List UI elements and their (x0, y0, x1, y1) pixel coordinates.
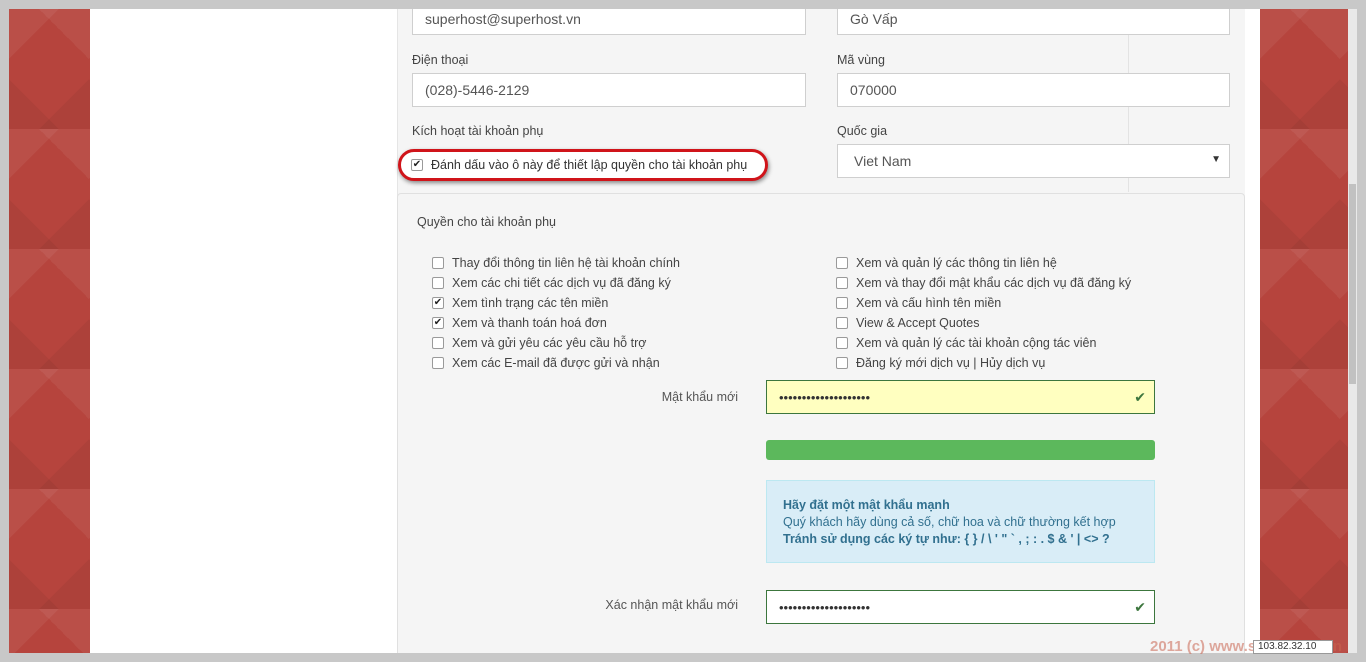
permission-label: Xem tình trạng các tên miền (452, 296, 609, 310)
permission-item[interactable]: Xem và quản lý các thông tin liên hệ (836, 256, 1057, 270)
scrollbar[interactable] (1348, 9, 1357, 653)
permission-checkbox[interactable] (432, 257, 444, 269)
permission-item[interactable]: Xem các E-mail đã được gửi và nhận (432, 356, 660, 370)
confirm-password-input[interactable]: •••••••••••••••••••• ✔ (766, 590, 1155, 624)
subaccount-toggle-highlight[interactable]: ✔ Đánh dấu vào ô này để thiết lập quyền … (398, 149, 768, 181)
scrollbar-thumb[interactable] (1349, 184, 1356, 384)
permission-label: Xem và thanh toán hoá đơn (452, 316, 607, 330)
hint-line-1: Quý khách hãy dùng cả số, chữ hoa và chữ… (783, 515, 1116, 529)
permission-label: Xem và quản lý các tài khoản cộng tác vi… (856, 336, 1097, 350)
permission-checkbox[interactable] (836, 277, 848, 289)
country-label: Quốc gia (837, 124, 888, 138)
permissions-panel: Quyền cho tài khoản phụ Mật khẩu mới •••… (397, 193, 1245, 653)
permission-checkbox[interactable] (836, 337, 848, 349)
permission-item[interactable]: Xem và thay đổi mật khẩu các dịch vụ đã … (836, 276, 1131, 290)
permission-label: Xem và cấu hình tên miền (856, 296, 1002, 310)
check-icon: ✔ (1134, 599, 1146, 615)
email-value: superhost@superhost.vn (425, 11, 581, 27)
subaccount-label: Kích hoạt tài khoản phụ (412, 124, 544, 138)
country-select[interactable]: Viet Nam ▼ (837, 144, 1230, 178)
confirm-password-value: •••••••••••••••••••• (779, 599, 871, 615)
permission-checkbox[interactable] (836, 317, 848, 329)
permissions-title: Quyền cho tài khoản phụ (417, 215, 556, 229)
city-field[interactable]: Gò Vấp (837, 9, 1230, 35)
ip-address-box: 103.82.32.10 (1253, 640, 1333, 654)
permission-item[interactable]: Xem và cấu hình tên miền (836, 296, 1001, 310)
country-value: Viet Nam (854, 153, 912, 169)
phone-value: (028)-5446-2129 (425, 82, 530, 98)
phone-field[interactable]: (028)-5446-2129 (412, 73, 806, 107)
subaccount-checkbox-label: Đánh dấu vào ô này để thiết lập quyền ch… (431, 158, 748, 172)
permission-checkbox[interactable]: ✔ (432, 297, 444, 309)
permission-item[interactable]: Đăng ký mới dịch vụ | Hủy dịch vụ (836, 356, 1045, 370)
phone-label: Điện thoại (412, 53, 469, 67)
permission-item[interactable]: ✔ Xem và thanh toán hoá đơn (432, 316, 607, 330)
permission-label: Xem các chi tiết các dịch vụ đã đăng ký (452, 276, 671, 290)
permission-label: Thay đổi thông tin liên hệ tài khoản chí… (452, 256, 680, 270)
confirm-password-label: Xác nhận mật khẩu mới (605, 598, 738, 612)
city-value: Gò Vấp (850, 11, 898, 27)
password-hint-box: Hãy đặt một mật khẩu mạnh Quý khách hãy … (766, 480, 1155, 563)
permission-checkbox[interactable] (432, 337, 444, 349)
permission-item[interactable]: Thay đổi thông tin liên hệ tài khoản chí… (432, 256, 680, 270)
permission-checkbox[interactable] (432, 277, 444, 289)
permission-label: Xem và thay đổi mật khẩu các dịch vụ đã … (856, 276, 1132, 290)
zip-label: Mã vùng (837, 53, 885, 67)
permission-checkbox[interactable] (836, 297, 848, 309)
subaccount-checkbox[interactable]: ✔ (411, 159, 423, 171)
permission-item[interactable]: Xem các chi tiết các dịch vụ đã đăng ký (432, 276, 671, 290)
permission-item[interactable]: Xem và quản lý các tài khoản cộng tác vi… (836, 336, 1096, 350)
permission-checkbox[interactable] (836, 357, 848, 369)
browser-viewport: superhost@superhost.vn Gò Vấp Điện thoại… (9, 9, 1357, 653)
new-password-value: •••••••••••••••••••• (779, 389, 871, 405)
permission-label: Xem các E-mail đã được gửi và nhận (452, 356, 660, 370)
hint-line-2: Tránh sử dụng các ký tự như: { } / \ ' "… (783, 532, 1110, 546)
permission-item[interactable]: ✔ Xem tình trạng các tên miền (432, 296, 608, 310)
permission-label: Đăng ký mới dịch vụ | Hủy dịch vụ (856, 356, 1046, 370)
permission-label: Xem và gửi yêu các yêu cầu hỗ trợ (452, 336, 647, 350)
email-field[interactable]: superhost@superhost.vn (412, 9, 806, 35)
permission-item[interactable]: Xem và gửi yêu các yêu cầu hỗ trợ (432, 336, 646, 350)
permission-checkbox[interactable] (836, 257, 848, 269)
zip-value: 070000 (850, 82, 897, 98)
password-strength-bar (766, 440, 1155, 460)
chevron-down-icon: ▼ (1211, 154, 1221, 165)
permission-checkbox[interactable]: ✔ (432, 317, 444, 329)
new-password-label: Mật khẩu mới (661, 390, 738, 404)
background-pattern-right (1260, 9, 1348, 653)
permission-item[interactable]: View & Accept Quotes (836, 316, 979, 330)
permission-label: Xem và quản lý các thông tin liên hệ (856, 256, 1057, 270)
background-pattern-left (9, 9, 90, 653)
check-icon: ✔ (1134, 389, 1146, 405)
hint-title: Hãy đặt một mật khẩu mạnh (783, 498, 950, 512)
new-password-input[interactable]: •••••••••••••••••••• ✔ (766, 380, 1155, 414)
permission-label: View & Accept Quotes (856, 316, 980, 330)
zip-field[interactable]: 070000 (837, 73, 1230, 107)
permission-checkbox[interactable] (432, 357, 444, 369)
